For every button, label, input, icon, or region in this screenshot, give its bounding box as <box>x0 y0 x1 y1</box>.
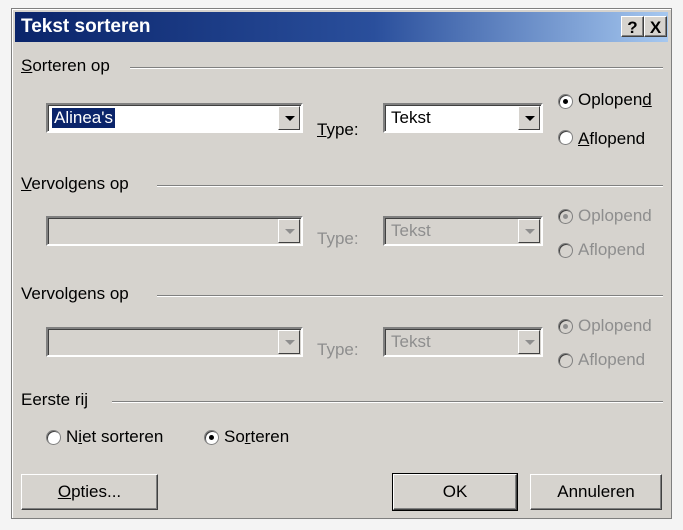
first-row-sort-label[interactable]: Sorteren <box>224 427 289 447</box>
sort-by-type-value: Tekst <box>391 108 431 127</box>
separator <box>157 295 663 297</box>
ok-button[interactable]: OK <box>392 473 518 511</box>
title-bar[interactable]: Tekst sorteren ? X <box>15 12 668 42</box>
sort-by-descending-label[interactable]: Aflopend <box>578 129 645 149</box>
then-by-1-ascending-radio[interactable] <box>558 209 573 224</box>
then-by-1-ascending-label[interactable]: Oplopend <box>578 206 652 226</box>
window-title: Tekst sorteren <box>21 16 151 37</box>
dropdown-arrow-icon[interactable] <box>278 219 300 243</box>
sort-by-type-label: Type: <box>317 120 359 139</box>
sort-by-field-dropdown[interactable]: Alinea's <box>46 103 303 133</box>
separator <box>112 401 663 403</box>
separator <box>130 67 663 69</box>
dropdown-arrow-icon[interactable] <box>278 330 300 354</box>
then-by-1-descending-label[interactable]: Aflopend <box>578 240 645 260</box>
sort-by-ascending-radio[interactable] <box>558 94 573 109</box>
then-by-1-type-dropdown[interactable]: Tekst <box>383 216 543 246</box>
then-by-2-ascending-label[interactable]: Oplopend <box>578 316 652 336</box>
then-by-2-descending-radio[interactable] <box>558 353 573 368</box>
help-button[interactable]: ? <box>621 16 644 37</box>
first-row-no-sort-label[interactable]: Niet sorteren <box>66 427 163 447</box>
then-by-2-descending-label[interactable]: Aflopend <box>578 350 645 370</box>
dropdown-arrow-icon[interactable] <box>518 106 540 130</box>
sort-by-descending-radio[interactable] <box>558 130 573 145</box>
dropdown-arrow-icon[interactable] <box>278 106 300 130</box>
close-button[interactable]: X <box>644 16 667 37</box>
then-by-2-type-dropdown[interactable]: Tekst <box>383 327 543 357</box>
sort-by-field-value: Alinea's <box>52 108 116 128</box>
then-by-2-label: Vervolgens op <box>21 284 137 304</box>
then-by-2-ascending-radio[interactable] <box>558 319 573 334</box>
dropdown-arrow-icon[interactable] <box>518 219 540 243</box>
sort-by-ascending-label[interactable]: Oplopend <box>578 90 652 110</box>
then-by-2-field-dropdown[interactable] <box>46 327 303 357</box>
then-by-2-type-value: Tekst <box>391 332 431 351</box>
sort-by-type-dropdown[interactable]: Tekst <box>383 103 543 133</box>
first-row-label: Eerste rij <box>21 390 97 410</box>
then-by-1-type-label: Type: <box>317 229 359 248</box>
separator <box>157 185 663 187</box>
sort-text-dialog: Tekst sorteren ? X Sorteren op Alinea's … <box>11 8 672 519</box>
first-row-no-sort-radio[interactable] <box>46 430 61 445</box>
then-by-1-descending-radio[interactable] <box>558 243 573 258</box>
then-by-1-type-value: Tekst <box>391 221 431 240</box>
then-by-1-label: Vervolgens op <box>21 174 137 194</box>
then-by-2-type-label: Type: <box>317 340 359 359</box>
sort-by-label: Sorteren op <box>21 56 118 76</box>
options-button[interactable]: Opties... <box>21 474 158 510</box>
dropdown-arrow-icon[interactable] <box>518 330 540 354</box>
cancel-button[interactable]: Annuleren <box>530 474 662 510</box>
then-by-1-field-dropdown[interactable] <box>46 216 303 246</box>
first-row-sort-radio[interactable] <box>204 430 219 445</box>
